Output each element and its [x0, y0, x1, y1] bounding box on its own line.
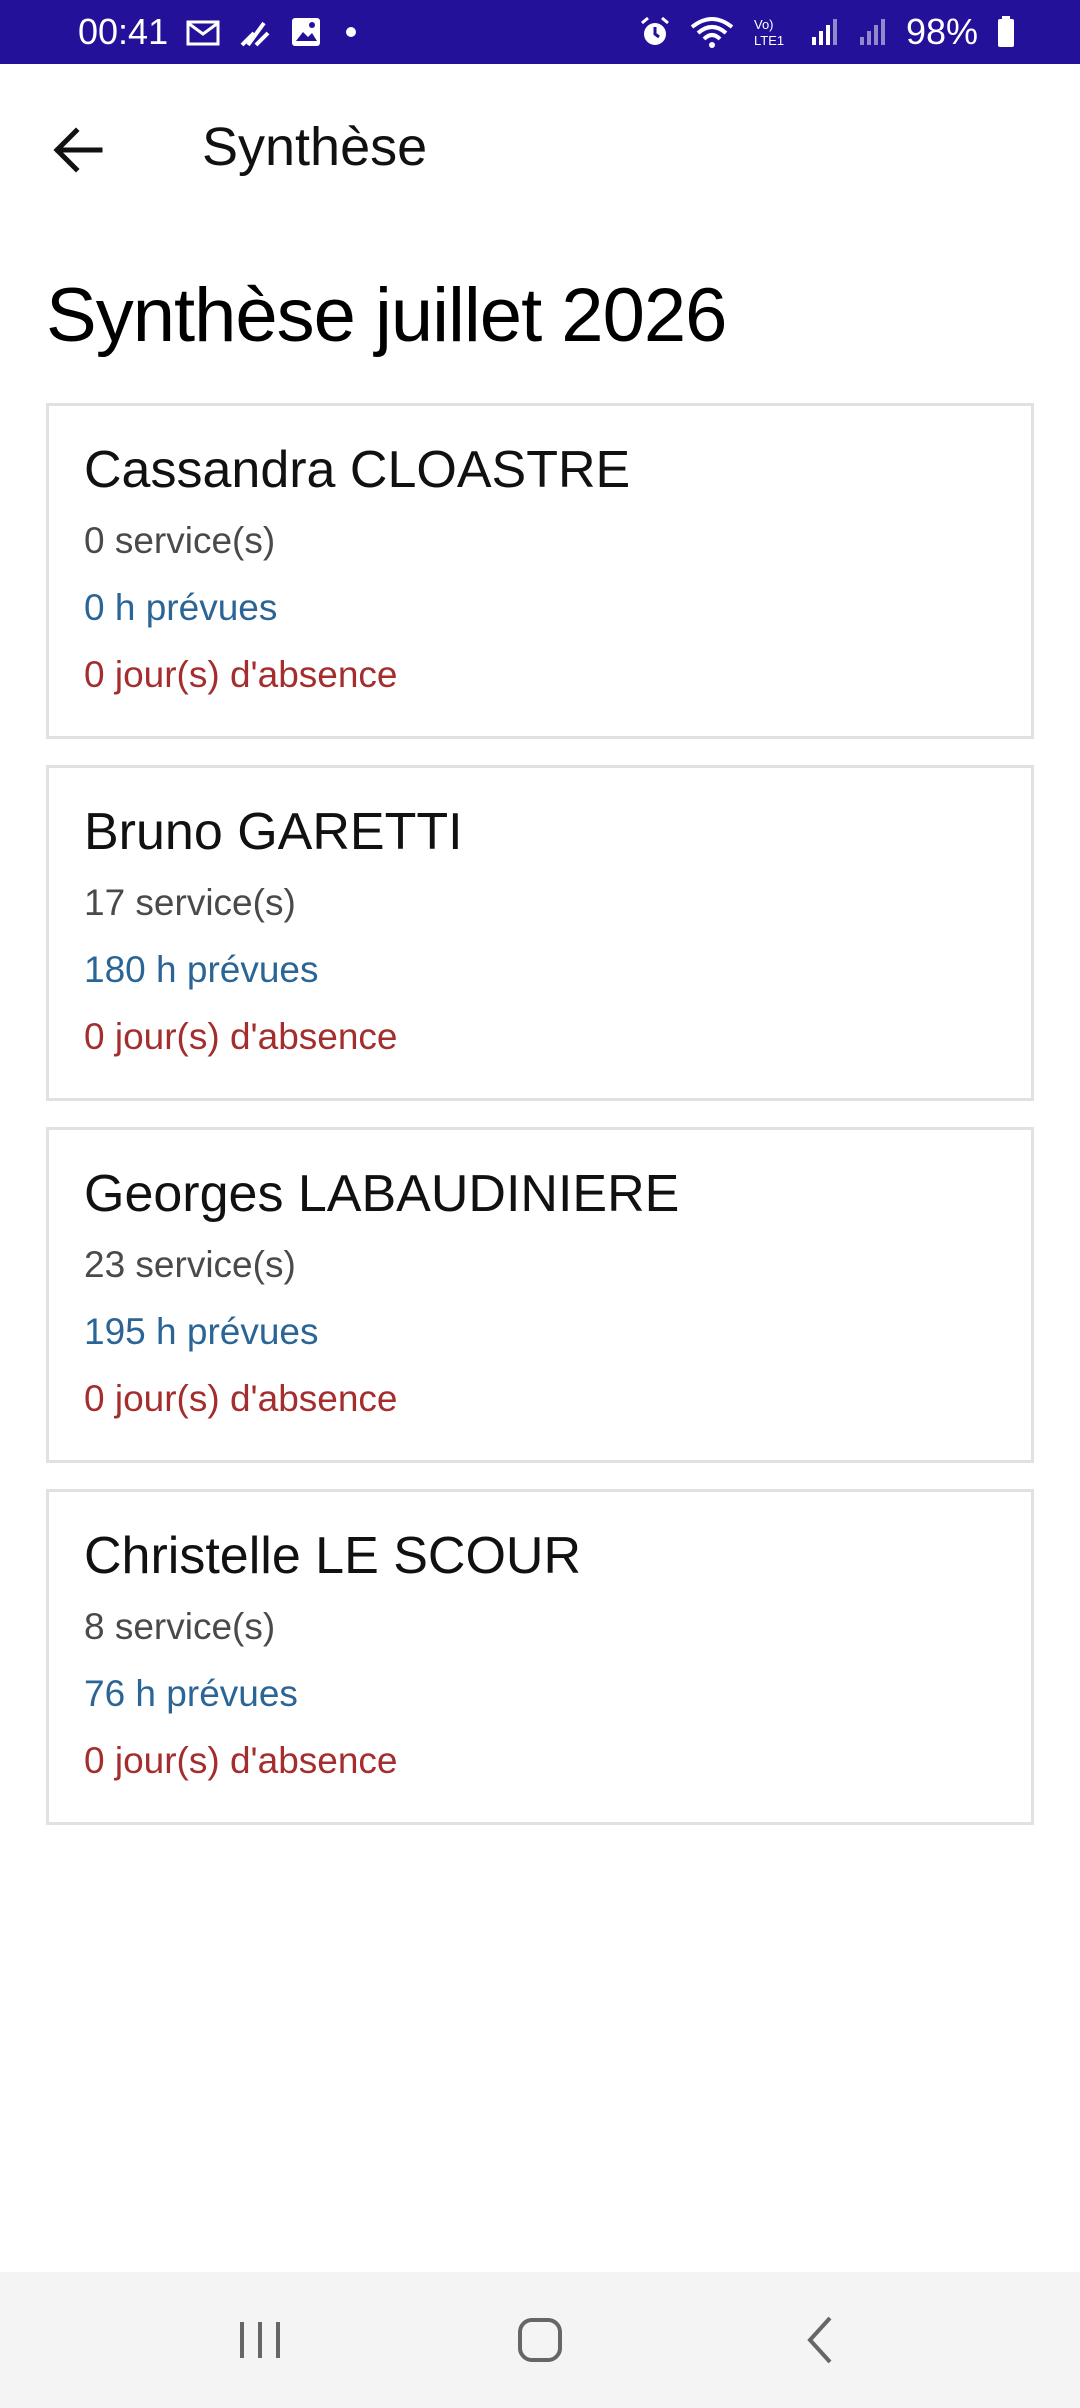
svg-text:Vo): Vo): [754, 17, 774, 32]
planned-hours: 195 h prévues: [84, 1311, 319, 1352]
signal-icon: [810, 17, 840, 47]
battery-percent: 98%: [905, 11, 978, 52]
app-title: Synthèse: [202, 117, 428, 177]
wifi-icon: [690, 15, 734, 49]
system-nav-bar: [0, 2272, 1080, 2408]
volte-icon: Vo) LTE1: [752, 15, 792, 49]
employee-card[interactable]: Cassandra CLOASTRE 0 service(s) 0 h prév…: [46, 403, 1034, 739]
planned-hours: 180 h prévues: [84, 949, 319, 990]
employee-name: Bruno GARETTI: [84, 803, 463, 861]
employee-card[interactable]: Bruno GARETTI 17 service(s) 180 h prévue…: [46, 765, 1034, 1101]
image-icon: [290, 16, 322, 48]
status-left: 00:41: [78, 11, 357, 53]
absence-days: 0 jour(s) d'absence: [84, 1378, 398, 1419]
status-time: 00:41: [78, 11, 169, 52]
arrow-left-icon: [53, 127, 103, 173]
status-bar: 00:41 Vo) LTE1 98%: [0, 0, 1080, 64]
planned-hours: 0 h prévues: [84, 587, 278, 628]
mail-icon: [186, 17, 220, 47]
employee-card[interactable]: Georges LABAUDINIERE 23 service(s) 195 h…: [46, 1127, 1034, 1463]
home-icon: [518, 2318, 562, 2362]
services-count: 17 service(s): [84, 882, 296, 923]
back-button[interactable]: [42, 114, 114, 186]
absence-days: 0 jour(s) d'absence: [84, 654, 398, 695]
employee-name: Georges LABAUDINIERE: [84, 1165, 680, 1223]
employee-name: Christelle LE SCOUR: [84, 1527, 582, 1585]
back-icon: [807, 2316, 832, 2364]
recent-apps-button[interactable]: [200, 2290, 320, 2390]
alarm-icon: [638, 15, 672, 49]
services-count: 8 service(s): [84, 1606, 276, 1647]
signal-icon: [858, 17, 888, 47]
planned-hours: 76 h prévues: [84, 1673, 298, 1714]
services-count: 23 service(s): [84, 1244, 296, 1285]
notification-dot-icon: [346, 27, 357, 37]
employee-card-list: Cassandra CLOASTRE 0 service(s) 0 h prév…: [46, 403, 1034, 1851]
app-icon: [238, 15, 272, 49]
services-count: 0 service(s): [84, 520, 276, 561]
home-button[interactable]: [480, 2290, 600, 2390]
absence-days: 0 jour(s) d'absence: [84, 1016, 398, 1057]
status-right: Vo) LTE1 98%: [638, 11, 1016, 53]
battery-icon: [996, 15, 1016, 49]
absence-days: 0 jour(s) d'absence: [84, 1740, 398, 1781]
app-bar: Synthèse: [0, 64, 1080, 226]
employee-name: Cassandra CLOASTRE: [84, 441, 631, 499]
recent-apps-icon: [240, 2322, 280, 2358]
employee-card[interactable]: Christelle LE SCOUR 8 service(s) 76 h pr…: [46, 1489, 1034, 1825]
nav-back-button[interactable]: [760, 2290, 880, 2390]
page-heading: Synthèse juillet 2026: [46, 273, 727, 358]
svg-text:LTE1: LTE1: [754, 33, 784, 48]
